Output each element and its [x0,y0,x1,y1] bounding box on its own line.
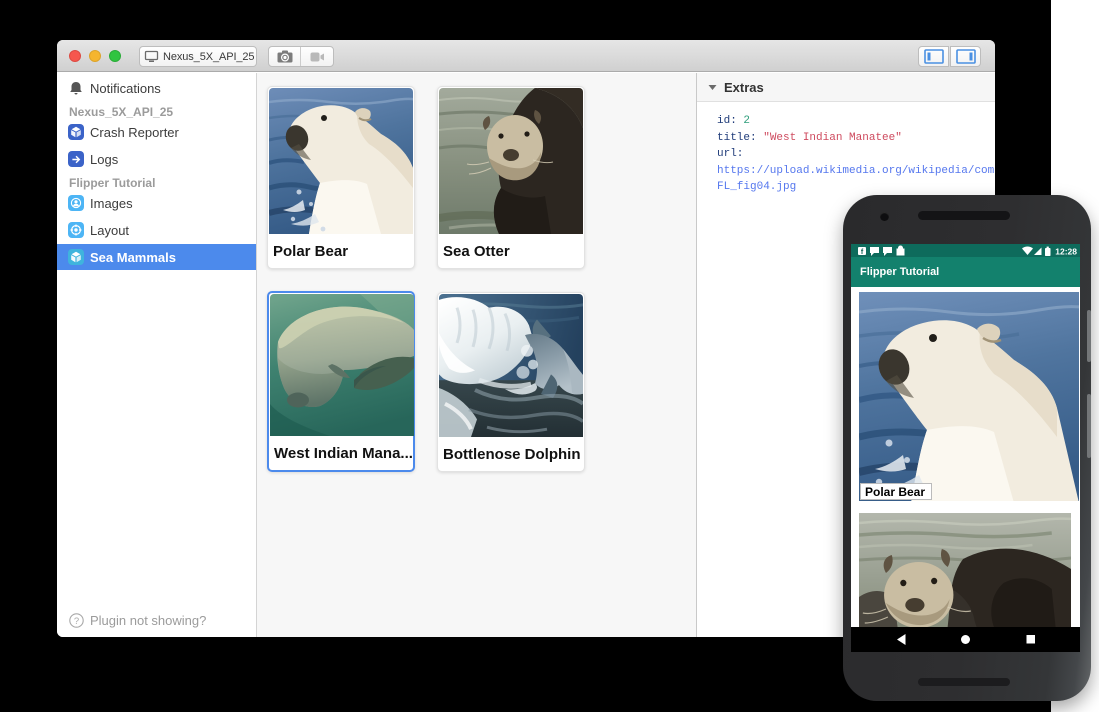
svg-text:?: ? [74,615,79,626]
svg-text:12:28: 12:28 [1055,247,1077,257]
